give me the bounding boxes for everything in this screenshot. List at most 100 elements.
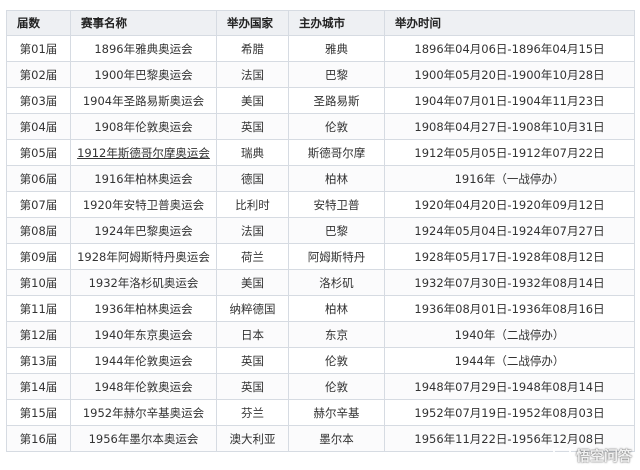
edition-cell: 第08届 (6, 217, 71, 244)
edition-cell: 第16届 (6, 425, 71, 452)
city-link[interactable]: 巴黎 (288, 61, 385, 88)
edition-cell: 第02届 (6, 61, 71, 88)
chat-bubble-icon (553, 448, 571, 465)
city-link[interactable]: 东京 (288, 321, 385, 348)
country-link[interactable]: 荷兰 (216, 243, 289, 270)
event-name-link[interactable]: 1928年阿姆斯特丹奥运会 (70, 243, 217, 270)
city-link[interactable]: 雅典 (288, 35, 385, 62)
time-cell: 1928年05月17日-1928年08月12日 (384, 243, 635, 270)
table-row: 第03届 1904年圣路易斯奥运会 美国 圣路易斯 1904年07月01日-1904年1… (6, 87, 635, 114)
table-row: 第11届 1936年柏林奥运会 纳粹德国 柏林 1936年08月01日-1936年08月… (6, 295, 635, 322)
edition-cell: 第05届 (6, 139, 71, 166)
event-name-link[interactable]: 1908年伦敦奥运会 (70, 113, 217, 140)
table-row: 第07届 1920年安特卫普奥运会 比利时 安特卫普 1920年04月20日-1920年… (6, 191, 635, 218)
time-cell: 1908年04月27日-1908年10月31日 (384, 113, 635, 140)
event-name-link[interactable]: 1936年柏林奥运会 (70, 295, 217, 322)
edition-cell: 第12届 (6, 321, 71, 348)
edition-cell: 第07届 (6, 191, 71, 218)
city-link[interactable]: 柏林 (288, 295, 385, 322)
city-link[interactable]: 巴黎 (288, 217, 385, 244)
country-link[interactable]: 芬兰 (216, 399, 289, 426)
table-row: 第08届 1924年巴黎奥运会 法国 巴黎 1924年05月04日-1924年07月27… (6, 217, 635, 244)
time-cell: 1920年04月20日-1920年09月12日 (384, 191, 635, 218)
country-link[interactable]: 英国 (216, 113, 289, 140)
table-body: 第01届 1896年雅典奥运会 希腊 雅典 1896年04月06日-1896年04月15… (6, 35, 635, 452)
table-row: 第10届 1932年洛杉矶奥运会 美国 洛杉矶 1932年07月30日-1932年08月… (6, 269, 635, 296)
city-link[interactable]: 伦敦 (288, 373, 385, 400)
edition-cell: 第06届 (6, 165, 71, 192)
event-name-link[interactable]: 1904年圣路易斯奥运会 (70, 87, 217, 114)
city-link[interactable]: 柏林 (288, 165, 385, 192)
event-name-link[interactable]: 1900年巴黎奥运会 (70, 61, 217, 88)
country-link[interactable]: 德国 (216, 165, 289, 192)
country-link[interactable]: 比利时 (216, 191, 289, 218)
time-cell: 1932年07月30日-1932年08月14日 (384, 269, 635, 296)
time-cell: 1948年07月29日-1948年08月14日 (384, 373, 635, 400)
event-name-link[interactable]: 1948年伦敦奥运会 (70, 373, 217, 400)
event-name-link[interactable]: 1932年洛杉矶奥运会 (70, 269, 217, 296)
col-header-city: 主办城市 (288, 10, 385, 36)
country-link[interactable]: 澳大利亚 (216, 425, 289, 452)
time-cell: 1940年（二战停办） (384, 321, 635, 348)
country-link[interactable]: 日本 (216, 321, 289, 348)
city-link[interactable]: 赫尔辛基 (288, 399, 385, 426)
event-name-link[interactable]: 1916年柏林奥运会 (70, 165, 217, 192)
event-name-link[interactable]: 1920年安特卫普奥运会 (70, 191, 217, 218)
country-link[interactable]: 美国 (216, 269, 289, 296)
table-row: 第09届 1928年阿姆斯特丹奥运会 荷兰 阿姆斯特丹 1928年05月17日-1928… (6, 243, 635, 270)
edition-cell: 第04届 (6, 113, 71, 140)
city-link[interactable]: 伦敦 (288, 113, 385, 140)
city-link[interactable]: 洛杉矶 (288, 269, 385, 296)
edition-cell: 第09届 (6, 243, 71, 270)
city-link[interactable]: 圣路易斯 (288, 87, 385, 114)
table-row: 第12届 1940年东京奥运会 日本 东京 1940年（二战停办） (6, 321, 635, 348)
table-row: 第05届 1912年斯德哥尔摩奥运会 瑞典 斯德哥尔摩 1912年05月05日-1912… (6, 139, 635, 166)
watermark: 悟空问答 (552, 446, 632, 466)
country-link[interactable]: 纳粹德国 (216, 295, 289, 322)
table-row: 第13届 1944年伦敦奥运会 英国 伦敦 1944年（二战停办） (6, 347, 635, 374)
edition-cell: 第10届 (6, 269, 71, 296)
col-header-edition: 届数 (6, 10, 71, 36)
event-name-link[interactable]: 1896年雅典奥运会 (70, 35, 217, 62)
olympics-table: 届数 赛事名称 举办国家 主办城市 举办时间 第01届 1896年雅典奥运会 希腊雅… (6, 10, 635, 452)
col-header-event-name: 赛事名称 (70, 10, 217, 36)
city-link[interactable]: 阿姆斯特丹 (288, 243, 385, 270)
table-row: 第01届 1896年雅典奥运会 希腊 雅典 1896年04月06日-1896年04月15… (6, 35, 635, 62)
edition-cell: 第11届 (6, 295, 71, 322)
time-cell: 1936年08月01日-1936年08月16日 (384, 295, 635, 322)
country-link[interactable]: 英国 (216, 347, 289, 374)
event-name-link[interactable]: 1924年巴黎奥运会 (70, 217, 217, 244)
time-cell: 1924年05月04日-1924年07月27日 (384, 217, 635, 244)
event-name-link[interactable]: 1912年斯德哥尔摩奥运会 (70, 139, 217, 166)
page: 届数 赛事名称 举办国家 主办城市 举办时间 第01届 1896年雅典奥运会 希腊雅… (0, 10, 640, 470)
country-link[interactable]: 法国 (216, 61, 289, 88)
city-link[interactable]: 斯德哥尔摩 (288, 139, 385, 166)
country-link[interactable]: 瑞典 (216, 139, 289, 166)
country-link[interactable]: 英国 (216, 373, 289, 400)
event-name-link[interactable]: 1940年东京奥运会 (70, 321, 217, 348)
event-name-link[interactable]: 1944年伦敦奥运会 (70, 347, 217, 374)
table-row: 第06届 1916年柏林奥运会 德国 柏林 1916年（一战停办） (6, 165, 635, 192)
event-name-link[interactable]: 1952年赫尔辛基奥运会 (70, 399, 217, 426)
edition-cell: 第01届 (6, 35, 71, 62)
table-row: 第02届 1900年巴黎奥运会 法国 巴黎 1900年05月20日-1900年10月28… (6, 61, 635, 88)
table-header-row: 届数 赛事名称 举办国家 主办城市 举办时间 (6, 10, 635, 36)
time-cell: 1944年（二战停办） (384, 347, 635, 374)
time-cell: 1916年（一战停办） (384, 165, 635, 192)
table-row: 第15届 1952年赫尔辛基奥运会 芬兰 赫尔辛基 1952年07月19日-1952年0… (6, 399, 635, 426)
city-link[interactable]: 伦敦 (288, 347, 385, 374)
country-link[interactable]: 希腊 (216, 35, 289, 62)
country-link[interactable]: 美国 (216, 87, 289, 114)
edition-cell: 第03届 (6, 87, 71, 114)
edition-cell: 第14届 (6, 373, 71, 400)
city-link[interactable]: 墨尔本 (288, 425, 385, 452)
city-link[interactable]: 安特卫普 (288, 191, 385, 218)
edition-cell: 第13届 (6, 347, 71, 374)
table-row: 第04届 1908年伦敦奥运会 英国 伦敦 1908年04月27日-1908年10月31… (6, 113, 635, 140)
watermark-text: 悟空问答 (576, 449, 632, 465)
time-cell: 1912年05月05日-1912年07月22日 (384, 139, 635, 166)
edition-cell: 第15届 (6, 399, 71, 426)
country-link[interactable]: 法国 (216, 217, 289, 244)
col-header-country: 举办国家 (216, 10, 289, 36)
event-name-link[interactable]: 1956年墨尔本奥运会 (70, 425, 217, 452)
